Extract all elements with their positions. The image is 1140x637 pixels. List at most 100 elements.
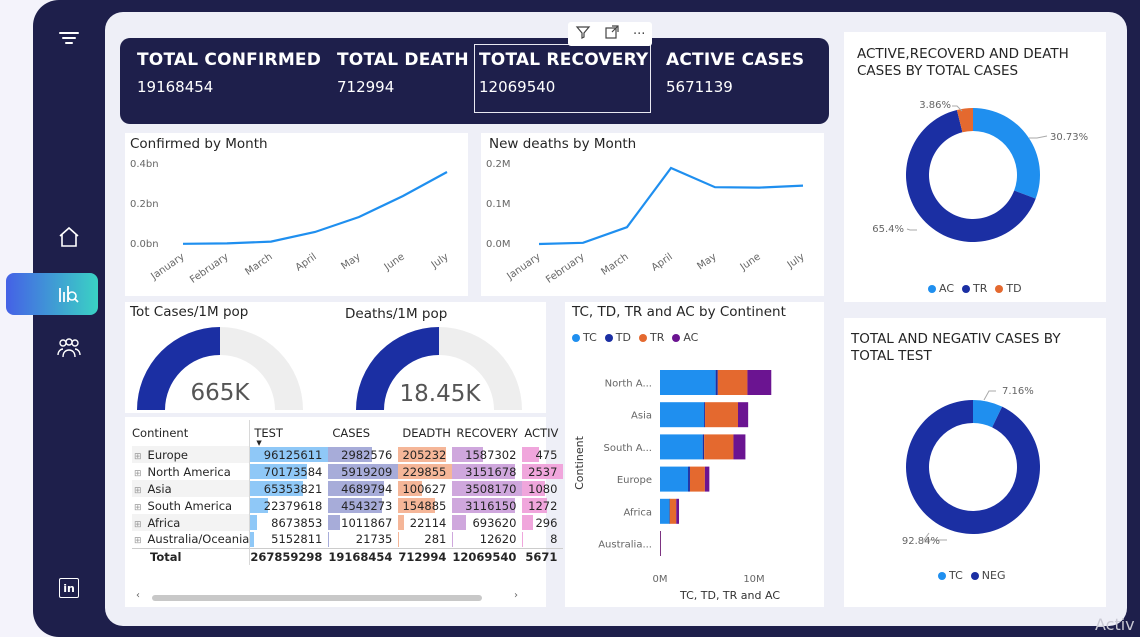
donut-cases-slice-label: 65.4% <box>872 224 904 235</box>
cell-value: 1080 <box>528 481 558 496</box>
confirmed-xtick: April <box>294 251 319 273</box>
scrollbar-thumb[interactable] <box>152 595 482 601</box>
cell-recovery: 1587302 <box>452 446 522 463</box>
bar-ac[interactable] <box>733 434 746 460</box>
cell-death: 229855 <box>398 463 453 480</box>
deaths-xtick: March <box>599 251 630 277</box>
matrix-header-row: Continent TEST ▼ CASES DEADTH RECOVERY A… <box>132 420 563 447</box>
donut-cases-slice-ac[interactable] <box>973 108 1040 199</box>
bar-td[interactable] <box>704 402 706 428</box>
expand-icon[interactable]: ⊞ <box>134 536 142 546</box>
legend-label: TD <box>615 331 631 344</box>
table-row[interactable]: ⊞ South America 22379618 4543273 154885 31161… <box>132 497 563 514</box>
col-header-cases[interactable]: CASES <box>328 420 398 446</box>
bar-td[interactable] <box>715 370 718 395</box>
confirmed-series-line[interactable] <box>182 171 448 245</box>
continent-legend-item[interactable]: AC <box>672 331 698 344</box>
legend-label: TC <box>583 331 597 344</box>
cell-value: 22379618 <box>263 498 323 513</box>
visual-header-toolbar: ··· <box>568 22 652 46</box>
continent-legend-item[interactable]: TR <box>638 331 664 344</box>
donut-tests-legend-item[interactable]: TC <box>938 569 963 582</box>
col-header-active[interactable]: ACTIV <box>522 420 563 446</box>
menu-icon[interactable] <box>57 28 81 48</box>
home-icon[interactable] <box>56 224 82 250</box>
continent-ylabel: Continent <box>573 435 586 489</box>
focus-mode-icon[interactable] <box>604 24 620 44</box>
col-header-test[interactable]: TEST ▼ <box>249 420 329 447</box>
analytics-icon[interactable] <box>55 281 81 307</box>
confirmed-xtick: July <box>429 251 451 271</box>
donut-cases-legend-item[interactable]: TR <box>962 282 987 295</box>
continent-legend-item[interactable]: TD <box>604 331 631 344</box>
donut-cases-legend-item[interactable]: AC <box>928 282 954 295</box>
donut-cases-legend-item[interactable]: TD <box>995 282 1022 295</box>
expand-icon[interactable]: ⊞ <box>134 452 142 462</box>
bar-tr[interactable] <box>704 434 734 460</box>
bar-td[interactable] <box>688 466 690 492</box>
deaths-ytick: 0.0M <box>486 239 511 250</box>
kpi-label: TOTAL DEATH <box>337 50 469 70</box>
linkedin-label: in <box>63 581 75 595</box>
bar-ac[interactable] <box>747 370 772 395</box>
scroll-left-icon[interactable]: ‹ <box>136 590 140 601</box>
table-row[interactable]: ⊞ Europe 96125611 2982576 205232 1587302 475 <box>132 446 563 463</box>
expand-icon[interactable]: ⊞ <box>134 520 142 530</box>
cell-recovery: 3151678 <box>452 463 522 480</box>
bar-tc[interactable] <box>660 370 716 395</box>
bar-ac[interactable] <box>738 402 749 428</box>
deaths-xtick: April <box>650 251 675 273</box>
more-options-icon[interactable]: ··· <box>633 27 645 42</box>
bar-tr[interactable] <box>689 466 705 492</box>
bar-td[interactable] <box>702 434 705 460</box>
linkedin-icon[interactable]: in <box>59 578 79 598</box>
cell-value: 154885 <box>402 498 447 513</box>
cell-death: 100627 <box>398 480 452 497</box>
deaths-series-line[interactable] <box>538 166 804 246</box>
bar-ac[interactable] <box>704 466 710 492</box>
data-bar <box>522 532 524 547</box>
nav-analytics-active[interactable] <box>6 273 98 315</box>
expand-icon[interactable]: ⊞ <box>134 469 142 479</box>
table-row[interactable]: ⊞ Africa 8673853 1011867 22114 693620 296 <box>132 514 563 531</box>
activate-windows-watermark: Activ <box>1095 615 1135 634</box>
continent-ytick: North A... <box>605 379 652 390</box>
bar-tr[interactable] <box>669 498 677 524</box>
col-header-death[interactable]: DEADTH <box>398 420 452 446</box>
expand-icon[interactable]: ⊞ <box>134 503 142 513</box>
cell-active: 475 <box>522 446 563 463</box>
filter-icon[interactable] <box>575 24 591 44</box>
cell-value: 3151678 <box>465 464 517 479</box>
scroll-right-icon[interactable]: › <box>514 590 518 601</box>
col-header-continent[interactable]: Continent <box>132 420 250 446</box>
donut-tests-slice-label: 92.84% <box>902 536 940 547</box>
cell-recovery: 3508170 <box>452 480 523 497</box>
bar-tc[interactable] <box>660 402 705 428</box>
bar-tr[interactable] <box>717 370 748 395</box>
expand-icon[interactable]: ⊞ <box>134 486 142 496</box>
col-header-recovery[interactable]: RECOVERY <box>452 420 522 446</box>
continent-legend-item[interactable]: TC <box>572 331 597 344</box>
bar-tc[interactable] <box>660 466 689 492</box>
cell-value: 3116150 <box>465 498 517 513</box>
bar-ac[interactable] <box>676 498 680 524</box>
bar-tc[interactable] <box>660 434 703 460</box>
total-active: 5671 <box>522 547 564 565</box>
cell-active: 1272 <box>522 497 563 514</box>
cell-value: 5919209 <box>341 464 393 479</box>
horizontal-scrollbar[interactable]: ‹ › <box>130 590 525 602</box>
confirmed-xtick: February <box>188 251 231 285</box>
cell-recovery: 693620 <box>452 514 522 531</box>
bar-ac[interactable] <box>660 531 661 556</box>
donut-cases-legend: AC TR TD <box>928 282 1022 295</box>
cell-test: 22379618 <box>249 497 329 514</box>
bar-tr[interactable] <box>705 402 739 428</box>
table-row[interactable]: ⊞ North America 70173584 5919209 229855 31516… <box>132 463 564 480</box>
bar-tc[interactable] <box>660 498 670 524</box>
table-row[interactable]: ⊞ Australia/Oceania 5152811 21735 281 12620 8 <box>132 531 563 548</box>
people-icon[interactable] <box>55 336 83 360</box>
cell-test: 8673853 <box>249 514 329 531</box>
table-row[interactable]: ⊞ Asia 65353821 4689794 100627 3508170 1080 <box>132 480 563 497</box>
donut-tests-legend-item[interactable]: NEG <box>970 569 1005 582</box>
donut-tests-slice-neg[interactable] <box>906 400 1040 534</box>
